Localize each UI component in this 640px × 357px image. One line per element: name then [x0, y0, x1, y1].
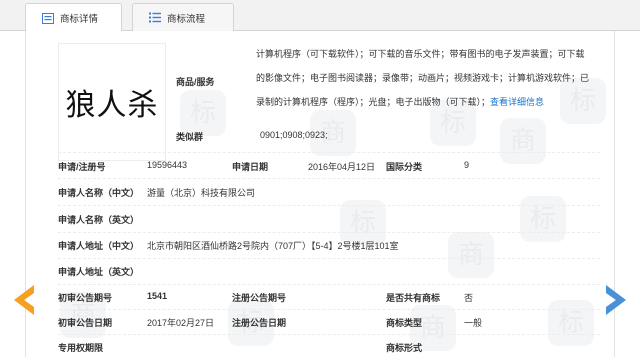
similar-group-label: 类似群: [176, 132, 204, 142]
watermark-tile: 商: [500, 118, 546, 164]
intl-class-label: 国际分类: [386, 162, 423, 172]
address-en-label: 申请人地址（英文）: [58, 267, 140, 277]
apply-date-value: 2016年04月12日: [308, 162, 376, 172]
form-label: 商标形式: [386, 343, 423, 353]
applicant-cn-value: 游量（北京）科技有限公司: [147, 188, 256, 198]
tab-label: 商标流程: [167, 13, 206, 25]
tab-trademark-detail[interactable]: 商标详情: [25, 3, 122, 32]
address-cn-value: 北京市朝阳区酒仙桥路2号院内（707厂）【5-4】2号楼1层101室: [147, 241, 399, 251]
type-value: 一般: [464, 318, 483, 328]
shared-value: 否: [464, 293, 474, 303]
prelim-no-value: 1541: [147, 291, 168, 301]
watermark-tile: 标: [548, 300, 594, 346]
next-arrow-icon[interactable]: [604, 285, 626, 315]
tab-bar: 商标详情 商标流程: [0, 0, 640, 32]
trademark-logo-text: 狼人杀: [65, 88, 159, 123]
prelim-no-label: 初审公告期号: [58, 293, 113, 303]
tab-trademark-flow[interactable]: 商标流程: [132, 3, 234, 31]
row-divider: [58, 152, 600, 153]
prelim-date-label: 初审公告日期: [58, 318, 113, 328]
applicant-cn-label: 申请人名称（中文）: [58, 188, 140, 198]
term-label: 专用权期限: [58, 343, 104, 353]
applicant-en-label: 申请人名称（英文）: [58, 215, 140, 225]
row-divider: [58, 178, 600, 179]
row-divider: [58, 334, 600, 335]
detail-list-icon: [42, 12, 54, 24]
reg-pub-date-label: 注册公告日期: [232, 318, 287, 328]
previous-arrow-icon[interactable]: [14, 285, 36, 315]
type-label: 商标类型: [386, 318, 423, 328]
row-divider: [58, 205, 600, 206]
trademark-image: 狼人杀: [58, 43, 166, 161]
reg-no-value: 19596443: [147, 160, 188, 170]
watermark-tile: 标: [520, 196, 566, 242]
reg-pub-no-label: 注册公告期号: [232, 293, 287, 303]
flow-list-icon: [149, 12, 161, 23]
goods-services-label: 商品/服务: [176, 77, 215, 87]
row-divider: [58, 309, 600, 310]
goods-services-text: 计算机程序（可下载软件）；可下载的音乐文件；带有图书的电子发声装置；可下载的影像…: [256, 42, 590, 114]
tab-label: 商标详情: [60, 14, 99, 25]
row-divider: [58, 284, 600, 285]
shared-label: 是否共有商标: [386, 293, 441, 303]
reg-no-label: 申请/注册号: [58, 162, 106, 172]
row-divider: [58, 232, 600, 233]
address-cn-label: 申请人地址（中文）: [58, 241, 140, 251]
similar-group-value: 0901;0908;0923;: [260, 130, 328, 140]
watermark-tile: 商: [448, 232, 494, 278]
prelim-date-value: 2017年02月27日: [147, 318, 215, 328]
intl-class-value: 9: [464, 160, 470, 170]
apply-date-label: 申请日期: [232, 162, 269, 172]
view-detail-link[interactable]: 查看详细信息: [490, 97, 544, 107]
row-divider: [58, 258, 600, 259]
